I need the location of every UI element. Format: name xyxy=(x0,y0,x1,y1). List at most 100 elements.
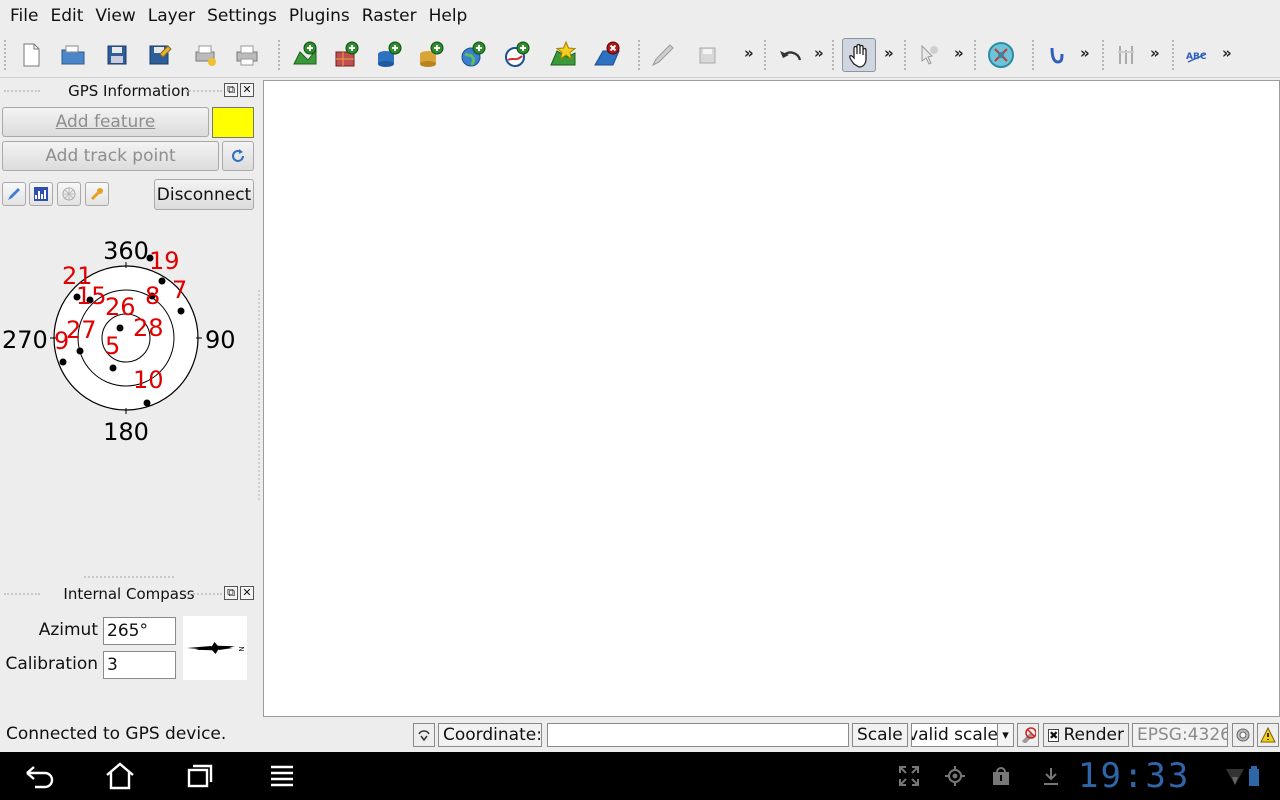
toolbar-grip[interactable] xyxy=(1102,40,1104,70)
toolbar-grip[interactable] xyxy=(1172,40,1174,70)
toolbar-overflow-icon[interactable]: » xyxy=(814,44,824,62)
digitize-icon[interactable] xyxy=(1110,38,1144,72)
add-vector-layer-icon[interactable] xyxy=(288,38,322,72)
render-checkbox[interactable]: ✖ Render xyxy=(1043,723,1129,747)
float-panel-icon[interactable]: ⧉ xyxy=(224,586,238,600)
toolbar-grip[interactable] xyxy=(278,40,280,70)
add-wfs-layer-icon[interactable] xyxy=(500,38,534,72)
satellite-label: 8 xyxy=(145,282,160,310)
toolbar-overflow-icon[interactable]: » xyxy=(954,44,964,62)
back-icon[interactable] xyxy=(20,758,60,794)
gps-panel-titlebar[interactable]: GPS Information ⧉ ✕ xyxy=(0,80,258,102)
identify-features-icon[interactable] xyxy=(912,38,946,72)
satellite-marker: 15 xyxy=(76,282,107,310)
skyplot-south-label: 180 xyxy=(103,418,149,444)
save-as-icon[interactable] xyxy=(142,38,176,72)
open-project-icon[interactable] xyxy=(56,38,90,72)
skyplot-north-label: 360 xyxy=(103,237,149,265)
new-project-icon[interactable] xyxy=(14,38,48,72)
menu-raster[interactable]: Raster xyxy=(356,0,423,32)
close-panel-icon[interactable]: ✕ xyxy=(240,83,254,97)
toolbar-grip[interactable] xyxy=(1032,40,1034,70)
toolbar-grip[interactable] xyxy=(764,40,766,70)
add-spatialite-layer-icon[interactable] xyxy=(414,38,448,72)
coordinate-toggle-icon[interactable] xyxy=(413,723,435,747)
satellite-label: 28 xyxy=(133,314,164,342)
toolbar-overflow-icon[interactable]: » xyxy=(1150,44,1160,62)
satellite-marker: 19 xyxy=(146,247,180,275)
label-tool-icon[interactable]: ABC xyxy=(1180,38,1214,72)
add-track-point-button[interactable]: Add track point xyxy=(2,141,219,171)
reset-track-button[interactable] xyxy=(222,141,254,171)
menu-icon[interactable] xyxy=(262,758,302,794)
menu-file[interactable]: File xyxy=(4,0,44,32)
new-shapefile-layer-icon[interactable] xyxy=(546,38,580,72)
toolbar-overflow-icon[interactable]: » xyxy=(1080,44,1090,62)
map-canvas[interactable] xyxy=(263,80,1280,717)
menu-layer[interactable]: Layer xyxy=(142,0,201,32)
toolbar-overflow-icon[interactable]: » xyxy=(1222,44,1232,62)
shopping-bag-icon xyxy=(988,764,1014,788)
gps-tools-icon[interactable] xyxy=(984,38,1018,72)
satellite-label: 5 xyxy=(105,332,120,360)
toolbar-grip[interactable] xyxy=(4,40,6,70)
pan-map-icon[interactable] xyxy=(842,38,876,72)
coordinate-input[interactable] xyxy=(547,723,849,747)
add-raster-layer-icon[interactable] xyxy=(330,38,364,72)
system-navigation-bar: 19:33 xyxy=(0,752,1280,800)
toolbar-grip[interactable] xyxy=(638,40,640,70)
statusbar: Connected to GPS device. Coordinate: Sca… xyxy=(0,718,1280,752)
satellite-label: 26 xyxy=(105,293,136,321)
feature-color-swatch[interactable] xyxy=(212,107,254,138)
stop-render-icon[interactable] xyxy=(1017,723,1039,747)
azimut-field[interactable]: 265° xyxy=(103,617,176,645)
disconnect-button[interactable]: Disconnect xyxy=(154,179,254,210)
menu-plugins[interactable]: Plugins xyxy=(283,0,356,32)
add-wms-layer-icon[interactable] xyxy=(456,38,490,72)
remove-layer-icon[interactable] xyxy=(590,38,624,72)
save-project-icon[interactable] xyxy=(100,38,134,72)
satellite-label: 9 xyxy=(54,327,69,355)
satellite-dot xyxy=(59,358,67,366)
menu-help[interactable]: Help xyxy=(423,0,474,32)
gps-options-tab[interactable] xyxy=(85,182,109,206)
save-edits-icon[interactable] xyxy=(690,38,724,72)
toolbar-overflow-icon[interactable]: » xyxy=(744,44,754,62)
fullscreen-icon[interactable] xyxy=(896,764,922,788)
crs-globe-icon[interactable] xyxy=(1232,723,1254,747)
gps-signal-tab[interactable] xyxy=(29,182,53,206)
dock-resize-handle[interactable] xyxy=(258,290,261,500)
vertex-snap-icon[interactable] xyxy=(1040,38,1074,72)
add-postgis-layer-icon[interactable] xyxy=(372,38,406,72)
compass-panel-titlebar[interactable]: Internal Compass ⧉ ✕ xyxy=(0,583,258,605)
gps-position-tab[interactable] xyxy=(2,182,26,206)
scale-dropdown-icon[interactable]: ▾ xyxy=(997,723,1014,747)
menu-view[interactable]: View xyxy=(89,0,141,32)
undo-icon[interactable] xyxy=(774,38,808,72)
download-icon xyxy=(1038,764,1064,788)
skyplot-east-label: 90 xyxy=(205,326,236,354)
toggle-editing-icon[interactable] xyxy=(646,38,680,72)
home-icon[interactable] xyxy=(100,758,140,794)
close-panel-icon[interactable]: ✕ xyxy=(240,586,254,600)
toolbar-grip[interactable] xyxy=(974,40,976,70)
print-composer-icon[interactable] xyxy=(188,38,222,72)
gps-satellites-tab[interactable] xyxy=(57,182,81,206)
menu-edit[interactable]: Edit xyxy=(44,0,89,32)
calibration-field[interactable]: 3 xyxy=(103,651,176,679)
scale-combo[interactable]: valid scale xyxy=(911,723,1003,747)
toolbar-grip[interactable] xyxy=(904,40,906,70)
float-panel-icon[interactable]: ⧉ xyxy=(224,83,238,97)
system-clock[interactable]: 19:33 xyxy=(1078,756,1190,796)
add-feature-button[interactable]: Add feature xyxy=(2,107,209,137)
menu-settings[interactable]: Settings xyxy=(201,0,283,32)
satellite-label: 27 xyxy=(66,316,97,344)
dock-splitter[interactable] xyxy=(84,576,174,578)
messages-warning-icon[interactable] xyxy=(1257,723,1279,747)
toolbar-grip[interactable] xyxy=(832,40,834,70)
toolbar-overflow-icon[interactable]: » xyxy=(884,44,894,62)
print-icon[interactable] xyxy=(230,38,264,72)
satellite-skyplot: 360 90 180 270 19 21 7 15 8 26 28 27 9 5 10 xyxy=(0,234,258,446)
crs-button[interactable]: EPSG:4326 xyxy=(1132,723,1228,747)
recent-apps-icon[interactable] xyxy=(180,758,220,794)
